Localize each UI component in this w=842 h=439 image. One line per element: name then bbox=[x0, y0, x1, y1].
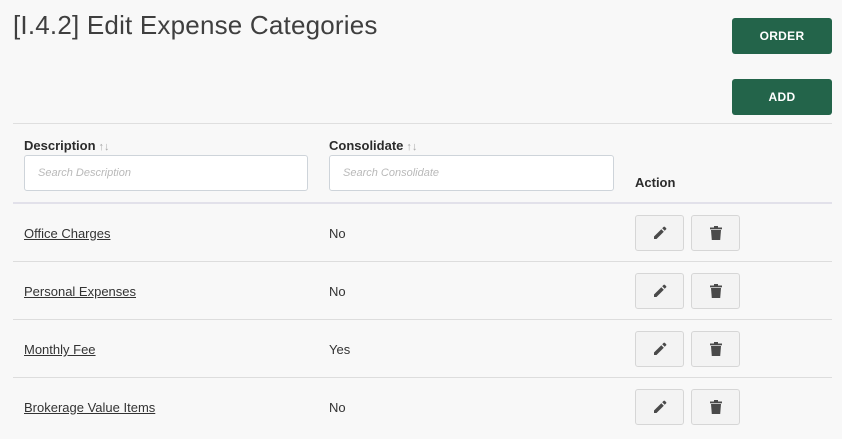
delete-button[interactable] bbox=[691, 389, 740, 425]
table-body: Office Charges No Personal Expenses No M… bbox=[13, 204, 832, 436]
trash-icon bbox=[709, 284, 722, 298]
description-link[interactable]: Brokerage Value Items bbox=[24, 400, 155, 415]
column-header-consolidate-label: Consolidate bbox=[329, 138, 404, 153]
edit-button[interactable] bbox=[635, 389, 684, 425]
consolidate-value: No bbox=[329, 400, 346, 415]
consolidate-value: No bbox=[329, 284, 346, 299]
description-link[interactable]: Office Charges bbox=[24, 226, 110, 241]
description-link[interactable]: Monthly Fee bbox=[24, 342, 96, 357]
trash-icon bbox=[709, 400, 722, 414]
add-button[interactable]: ADD bbox=[732, 79, 832, 115]
consolidate-value: Yes bbox=[329, 342, 351, 357]
consolidate-value: No bbox=[329, 226, 346, 241]
search-description-input[interactable] bbox=[24, 155, 308, 191]
column-header-description[interactable]: Description ↑↓ bbox=[24, 138, 110, 153]
table-header: Description ↑↓ Consolidate ↑↓ Action bbox=[13, 124, 832, 204]
order-button[interactable]: ORDER bbox=[732, 18, 832, 54]
sort-arrows-icon[interactable]: ↑↓ bbox=[99, 141, 110, 153]
description-link[interactable]: Personal Expenses bbox=[24, 284, 136, 299]
column-header-consolidate[interactable]: Consolidate ↑↓ bbox=[329, 138, 417, 153]
sort-arrows-icon[interactable]: ↑↓ bbox=[406, 141, 417, 153]
pencil-icon bbox=[653, 342, 666, 355]
column-header-action: Action bbox=[635, 175, 676, 190]
edit-button[interactable] bbox=[635, 331, 684, 367]
table-row: Brokerage Value Items No bbox=[13, 378, 832, 436]
delete-button[interactable] bbox=[691, 273, 740, 309]
trash-icon bbox=[709, 226, 722, 240]
expense-categories-table: Description↑↓ Consolidate↑↓ Action Offic… bbox=[13, 123, 832, 436]
pencil-icon bbox=[653, 284, 666, 297]
table-row: Personal Expenses No bbox=[13, 262, 832, 320]
table-row: Monthly Fee Yes bbox=[13, 320, 832, 378]
pencil-icon bbox=[653, 400, 666, 413]
column-header-description-label: Description bbox=[24, 138, 96, 153]
table-row: Office Charges No bbox=[13, 204, 832, 262]
page-title: [I.4.2] Edit Expense Categories bbox=[13, 10, 378, 40]
edit-button[interactable] bbox=[635, 215, 684, 251]
pencil-icon bbox=[653, 226, 666, 239]
edit-button[interactable] bbox=[635, 273, 684, 309]
delete-button[interactable] bbox=[691, 215, 740, 251]
search-consolidate-input[interactable] bbox=[329, 155, 614, 191]
delete-button[interactable] bbox=[691, 331, 740, 367]
trash-icon bbox=[709, 342, 722, 356]
